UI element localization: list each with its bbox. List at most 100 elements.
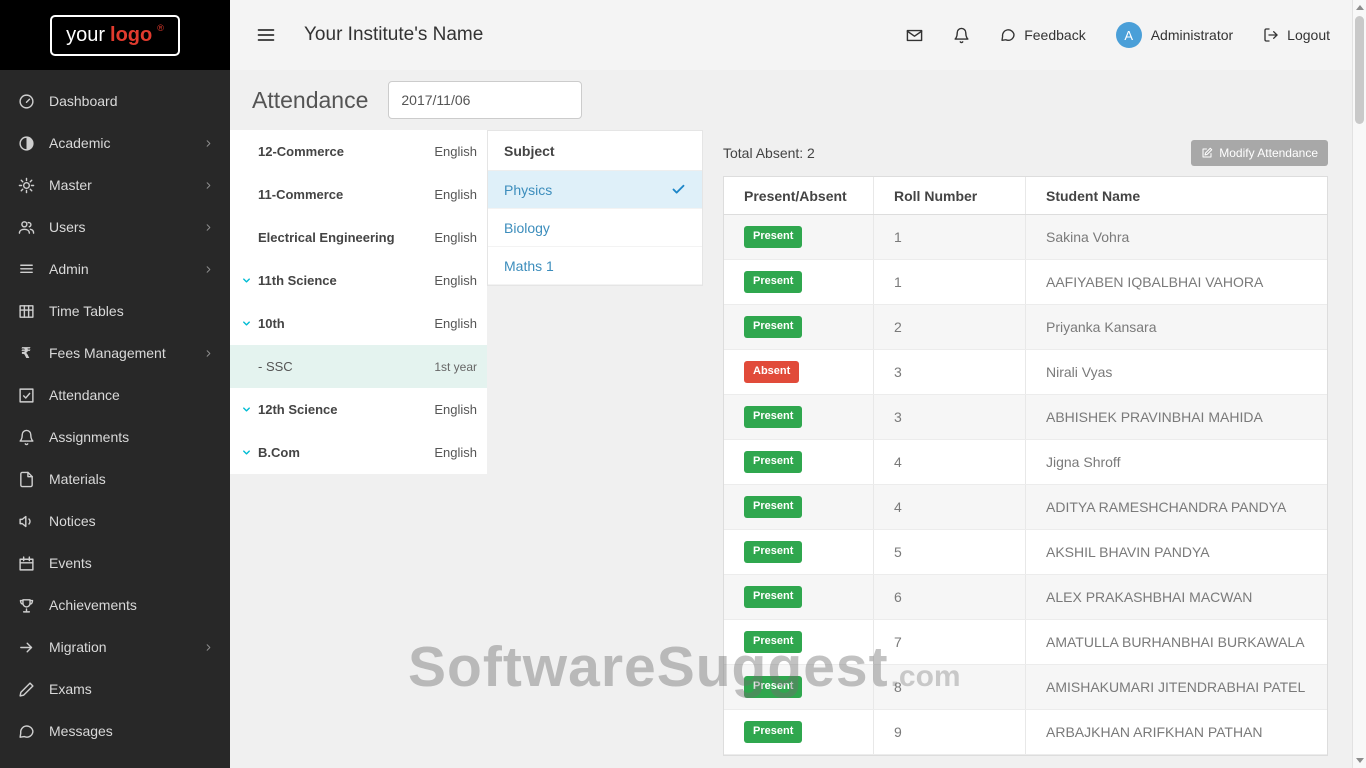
sidebar-item[interactable]: ₹ Fees Management	[0, 332, 230, 374]
name-cell: AAFIYABEN IQBALBHAI VAHORA	[1046, 274, 1264, 290]
name-cell: Sakina Vohra	[1046, 229, 1130, 245]
col-roll-number: Roll Number	[874, 177, 1026, 214]
class-row[interactable]: 12th Science English	[230, 388, 487, 431]
attendance-row: Present 9 ARBAJKHAN ARIFKHAN PATHAN	[724, 710, 1327, 755]
sidebar-item[interactable]: Messages	[0, 710, 230, 752]
class-list: 12-Commerce English 11-Commerce English	[230, 130, 487, 474]
subject-list: Physics Biology Maths 1	[488, 171, 702, 285]
status-cell: Present	[724, 710, 874, 754]
trophy-icon	[16, 597, 36, 614]
subject-row[interactable]: Biology	[488, 209, 702, 247]
logout-label: Logout	[1287, 27, 1330, 43]
edit-icon	[1201, 147, 1213, 159]
sidebar-item[interactable]: Time Tables	[0, 290, 230, 332]
megaphone-icon	[16, 513, 36, 530]
chevron-right-icon	[203, 222, 214, 233]
subject-panel: Subject Physics Biology Maths 1	[487, 130, 703, 286]
attendance-row: Present 6 ALEX PRAKASHBHAI MACWAN	[724, 575, 1327, 620]
chevron-right-icon	[203, 264, 214, 275]
chevron-down-icon	[241, 318, 252, 329]
attendance-row: Present 4 Jigna Shroff	[724, 440, 1327, 485]
status-cell: Present	[724, 620, 874, 664]
attendance-panel: 12-Commerce English 11-Commerce English	[230, 130, 1366, 756]
avatar: A	[1115, 22, 1142, 48]
class-row[interactable]: B.Com English	[230, 431, 487, 474]
sidebar-item[interactable]: Academic	[0, 122, 230, 164]
sidebar-item[interactable]: Master	[0, 164, 230, 206]
page-scrollbar[interactable]	[1352, 0, 1366, 768]
chevron-down-icon	[241, 275, 252, 286]
chevron-right-icon	[203, 642, 214, 653]
subject-row[interactable]: Physics	[488, 171, 702, 209]
content: Attendance 12-Commerce English	[230, 70, 1366, 756]
logo[interactable]: your logo ®	[50, 14, 180, 56]
sidebar-item[interactable]: Materials	[0, 458, 230, 500]
subject-row[interactable]: Maths 1	[488, 247, 702, 285]
class-row[interactable]: Electrical Engineering English	[230, 216, 487, 259]
sidebar-item[interactable]: Achievements	[0, 584, 230, 626]
chevron-right-icon	[203, 348, 214, 359]
roll-cell: 4	[874, 485, 1026, 529]
name-cell: Jigna Shroff	[1046, 454, 1121, 470]
sidebar-item[interactable]: Admin	[0, 248, 230, 290]
feedback-label: Feedback	[1024, 27, 1086, 43]
user-name: Administrator	[1150, 27, 1234, 43]
logout-button[interactable]: Logout	[1263, 27, 1330, 43]
sidebar-item[interactable]: Assignments	[0, 416, 230, 458]
class-row[interactable]: 11-Commerce English	[230, 173, 487, 216]
chevron-right-icon	[203, 138, 214, 149]
scrollbar-thumb[interactable]	[1355, 16, 1364, 124]
sidebar-item[interactable]: Exams	[0, 668, 230, 710]
roll-cell: 3	[874, 395, 1026, 439]
status-cell: Present	[724, 440, 874, 484]
app-root: your logo ® Dashboard Academic Master Us…	[0, 0, 1366, 768]
roll-cell: 1	[874, 215, 1026, 259]
notifications-bell-icon[interactable]	[953, 27, 970, 44]
sidebar-toggle-button[interactable]	[256, 25, 276, 45]
scroll-up-button[interactable]	[1353, 0, 1366, 15]
status-cell: Present	[724, 575, 874, 619]
academic-icon	[16, 135, 36, 152]
chevron-down-icon	[241, 447, 252, 458]
status-badge: Present	[744, 406, 803, 428]
sidebar-item[interactable]: Dashboard	[0, 80, 230, 122]
roll-cell: 9	[874, 710, 1026, 754]
user-menu[interactable]: A Administrator	[1115, 22, 1234, 48]
name-cell: ADITYA RAMESHCHANDRA PANDYA	[1046, 499, 1287, 515]
modify-attendance-button[interactable]: Modify Attendance	[1191, 140, 1328, 166]
institute-name: Your Institute's Name	[304, 24, 484, 45]
name-cell: AMISHAKUMARI JITENDRABHAI PATEL	[1046, 679, 1306, 695]
class-row[interactable]: - SSC 1st year	[230, 345, 487, 388]
chevron-right-icon	[203, 180, 214, 191]
logo-area: your logo ®	[0, 0, 230, 70]
class-row[interactable]: 11th Science English	[230, 259, 487, 302]
name-cell: ARBAJKHAN ARIFKHAN PATHAN	[1046, 724, 1263, 740]
roll-cell: 6	[874, 575, 1026, 619]
feedback-link[interactable]: Feedback	[1000, 27, 1086, 43]
bell-icon	[16, 429, 36, 446]
sidebar-item[interactable]: Users	[0, 206, 230, 248]
rupee-icon: ₹	[20, 344, 32, 362]
users-icon	[16, 219, 36, 236]
scroll-down-button[interactable]	[1353, 753, 1366, 768]
class-row[interactable]: 10th English	[230, 302, 487, 345]
sidebar-item[interactable]: Notices	[0, 500, 230, 542]
comment-icon	[16, 723, 36, 740]
status-badge: Present	[744, 226, 803, 248]
page-header: Attendance	[230, 70, 1366, 130]
envelope-icon[interactable]	[906, 27, 923, 44]
status-badge: Present	[744, 721, 803, 743]
sidebar-item[interactable]: Migration	[0, 626, 230, 668]
attendance-row: Present 2 Priyanka Kansara	[724, 305, 1327, 350]
date-input[interactable]	[388, 81, 583, 119]
attendance-row: Present 4 ADITYA RAMESHCHANDRA PANDYA	[724, 485, 1327, 530]
sidebar-item[interactable]: Events	[0, 542, 230, 584]
status-badge: Present	[744, 541, 803, 563]
status-badge: Absent	[744, 361, 800, 383]
class-row[interactable]: 12-Commerce English	[230, 130, 487, 173]
arrow-right-icon	[16, 639, 36, 656]
attendance-row: Absent 3 Nirali Vyas	[724, 350, 1327, 395]
attendance-row: Present 8 AMISHAKUMARI JITENDRABHAI PATE…	[724, 665, 1327, 710]
sidebar-item[interactable]: Attendance	[0, 374, 230, 416]
table-body: Present 1 Sakina Vohra Present 1 AAFIYAB…	[724, 215, 1327, 755]
